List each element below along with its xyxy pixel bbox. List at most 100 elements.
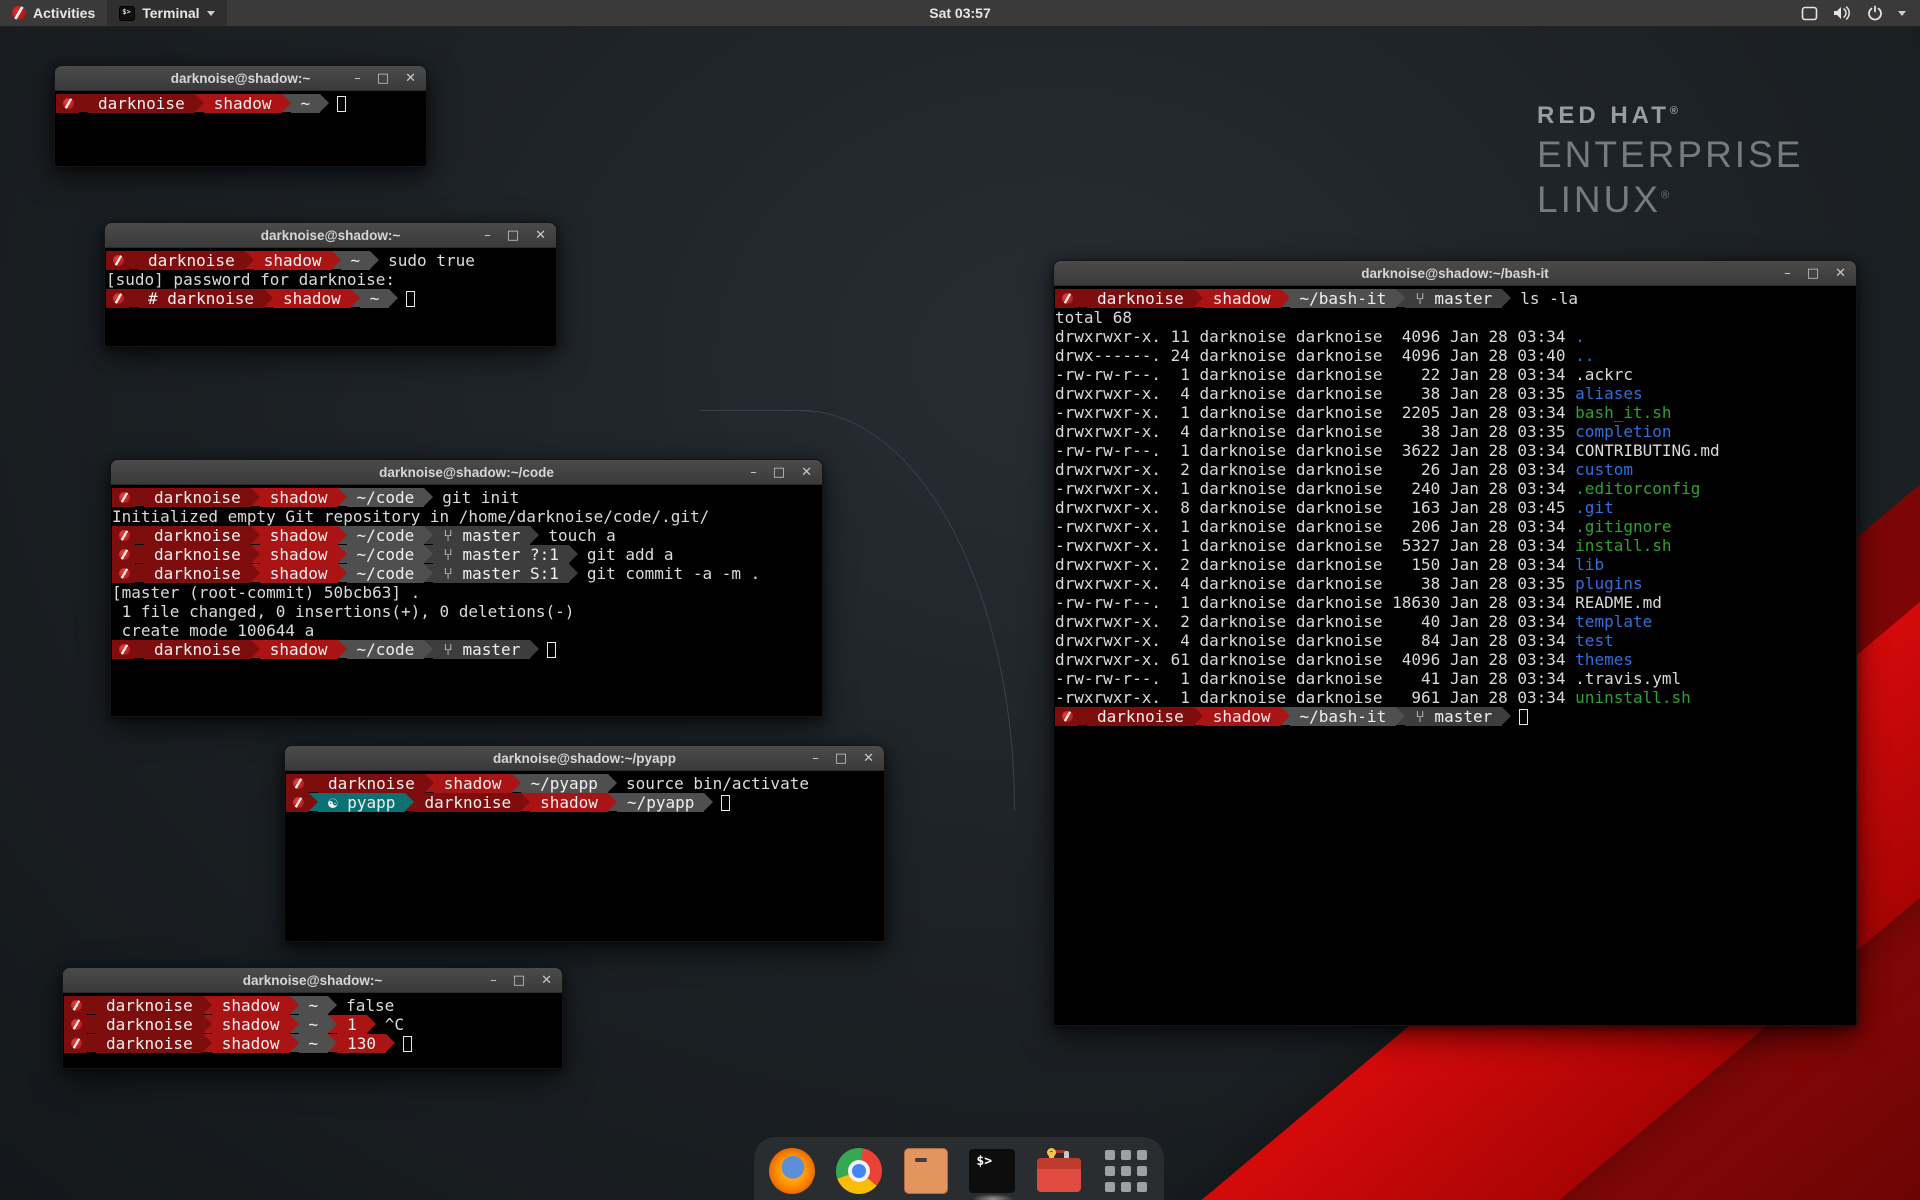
segment-separator xyxy=(135,526,144,544)
window-titlebar[interactable]: darknoise@shadow:~/code–□✕ xyxy=(111,460,822,485)
window-titlebar[interactable]: darknoise@shadow:~–□✕ xyxy=(55,66,426,91)
window-titlebar[interactable]: darknoise@shadow:~–□✕ xyxy=(63,968,562,993)
window-title: darknoise@shadow:~ xyxy=(261,228,401,243)
segment-separator xyxy=(1194,707,1203,725)
segment-separator xyxy=(338,526,347,544)
output-text: drwxrwxr-x. 8 darknoise darknoise 163 Ja… xyxy=(1055,498,1575,517)
prompt-segment-path: ~ xyxy=(291,94,321,113)
prompt-segment-path: ~/code xyxy=(347,640,425,659)
output-line: Initialized empty Git repository in /hom… xyxy=(112,507,822,526)
segment-separator xyxy=(424,488,433,506)
minimize-button[interactable]: – xyxy=(1784,267,1791,280)
output-text: .ackrc xyxy=(1575,365,1633,384)
minimize-button[interactable]: – xyxy=(750,466,757,479)
terminal-cursor xyxy=(547,642,556,658)
segment-separator xyxy=(135,640,144,658)
segment-separator xyxy=(530,640,539,658)
dock-item-terminal[interactable]: $> xyxy=(969,1147,1017,1195)
prompt-segment-user: darknoise xyxy=(144,488,251,507)
segment-separator xyxy=(424,526,433,544)
prompt-redhat-icon xyxy=(1055,289,1078,308)
clock[interactable]: Sat 03:57 xyxy=(919,0,1000,26)
output-line: total 68 xyxy=(1055,308,1856,327)
segment-separator xyxy=(530,526,539,544)
prompt-segment-path: ~ xyxy=(299,996,329,1015)
terminal-content[interactable]: darknoiseshadow~/bash-it⑂ masterls -lato… xyxy=(1054,286,1856,1025)
maximize-button[interactable]: □ xyxy=(773,466,785,479)
close-button[interactable]: ✕ xyxy=(535,229,546,242)
minimize-button[interactable]: – xyxy=(484,229,491,242)
output-line: drwx------. 24 darknoise darknoise 4096 … xyxy=(1055,346,1856,365)
output-text: CONTRIBUTING.md xyxy=(1575,441,1720,460)
desktop: RED HAT® ENTERPRISE LINUX® darknoise@sha… xyxy=(0,0,1920,1200)
minimize-button[interactable]: – xyxy=(354,72,361,85)
terminal-content[interactable]: darknoiseshadow~sudo true[sudo] password… xyxy=(105,248,556,346)
dock-item-app-grid[interactable] xyxy=(1102,1147,1150,1195)
segment-separator xyxy=(328,1015,337,1033)
maximize-button[interactable]: □ xyxy=(377,72,389,85)
window-title: darknoise@shadow:~/bash-it xyxy=(1361,266,1549,281)
activities-button[interactable]: Activities xyxy=(0,0,107,26)
prompt-line: # darknoiseshadow~ xyxy=(106,289,556,308)
prompt-segment-host: shadow xyxy=(212,1034,290,1053)
brand-linux-text: LINUX® xyxy=(1537,181,1803,218)
prompt-segment-host: shadow xyxy=(1203,707,1281,726)
maximize-button[interactable]: □ xyxy=(513,974,525,987)
terminal-content[interactable]: darknoiseshadow~/codegit initInitialized… xyxy=(111,485,822,716)
dock-item-files[interactable] xyxy=(902,1147,950,1195)
window-titlebar[interactable]: darknoise@shadow:~/pyapp–□✕ xyxy=(285,746,884,771)
app-grid-icon xyxy=(1104,1149,1148,1193)
terminal-window-home-2[interactable]: darknoise@shadow:~–□✕darknoiseshadow~fal… xyxy=(62,967,563,1069)
terminal-window-bash-it[interactable]: darknoise@shadow:~/bash-it – □ ✕ darknoise sh… xyxy=(1053,260,1857,1026)
dock-item-chrome[interactable] xyxy=(835,1147,883,1195)
prompt-segment-path: ~/pyapp xyxy=(521,774,608,793)
segment-separator xyxy=(332,251,341,269)
terminal-content[interactable]: darknoiseshadow~ xyxy=(55,91,426,166)
output-text: drwxrwxr-x. 2 darknoise darknoise 40 Jan… xyxy=(1055,612,1575,631)
output-text: -rwxrwxr-x. 1 darknoise darknoise 961 Ja… xyxy=(1055,688,1575,707)
terminal-window-home-1[interactable]: darknoise@shadow:~–□✕darknoiseshadow~ xyxy=(54,65,427,167)
command-text: git commit -a -m . xyxy=(578,564,760,583)
terminal-content[interactable]: darknoiseshadow~falsedarknoiseshadow~1^C… xyxy=(63,993,562,1068)
prompt-segment-user: darknoise xyxy=(1087,707,1194,726)
close-button[interactable]: ✕ xyxy=(801,466,812,479)
app-menu-terminal[interactable]: $> Terminal xyxy=(107,0,226,26)
dock-item-toolbox[interactable] xyxy=(1035,1147,1083,1195)
maximize-button[interactable]: □ xyxy=(835,752,847,765)
close-button[interactable]: ✕ xyxy=(863,752,874,765)
output-text: drwxrwxr-x. 4 darknoise darknoise 38 Jan… xyxy=(1055,384,1575,403)
output-line: -rwxrwxr-x. 1 darknoise darknoise 240 Ja… xyxy=(1055,479,1856,498)
window-titlebar[interactable]: darknoise@shadow:~ – □ ✕ xyxy=(105,223,556,248)
segment-separator xyxy=(87,1034,96,1052)
terminal-window-sudo[interactable]: darknoise@shadow:~ – □ ✕ darknoiseshadow~sud… xyxy=(104,222,557,347)
segment-separator xyxy=(1502,707,1511,725)
close-button[interactable]: ✕ xyxy=(541,974,552,987)
terminal-cursor xyxy=(337,96,346,112)
minimize-button[interactable]: – xyxy=(812,752,819,765)
window-titlebar[interactable]: darknoise@shadow:~/bash-it – □ ✕ xyxy=(1054,261,1856,286)
terminal-window-code[interactable]: darknoise@shadow:~/code–□✕darknoiseshado… xyxy=(110,459,823,717)
segment-separator xyxy=(367,1015,376,1033)
prompt-segment-user: darknoise xyxy=(96,996,203,1015)
prompt-segment-user: darknoise xyxy=(96,1015,203,1034)
close-button[interactable]: ✕ xyxy=(1835,267,1846,280)
output-text: bash_it.sh xyxy=(1575,403,1671,422)
minimize-button[interactable]: – xyxy=(490,974,497,987)
segment-separator xyxy=(512,774,521,792)
dock-item-firefox[interactable] xyxy=(768,1147,816,1195)
terminal-content[interactable]: darknoiseshadow~/pyappsource bin/activat… xyxy=(285,771,884,941)
output-line: drwxrwxr-x. 4 darknoise darknoise 38 Jan… xyxy=(1055,422,1856,441)
maximize-button[interactable]: □ xyxy=(507,229,519,242)
segment-separator xyxy=(135,564,144,582)
output-text: README.md xyxy=(1575,593,1662,612)
close-button[interactable]: ✕ xyxy=(405,72,416,85)
command-text: false xyxy=(337,996,394,1015)
terminal-window-pyapp[interactable]: darknoise@shadow:~/pyapp–□✕darknoiseshad… xyxy=(284,745,885,942)
segment-separator xyxy=(1078,707,1087,725)
maximize-button[interactable]: □ xyxy=(1807,267,1819,280)
prompt-segment-git: ⑂ master S:1 xyxy=(433,564,569,583)
prompt-segment-git: ⑂ master xyxy=(433,640,530,659)
prompt-segment-path: ~ xyxy=(360,289,390,308)
segment-separator xyxy=(79,94,88,112)
system-status-area[interactable] xyxy=(1793,0,1914,26)
